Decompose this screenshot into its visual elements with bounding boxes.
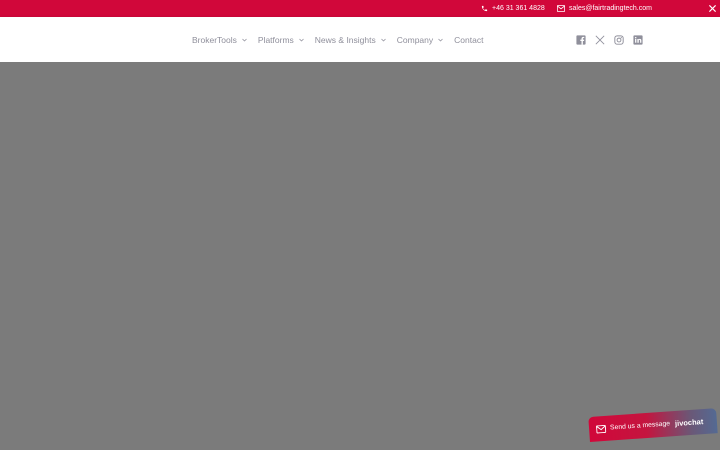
chevron-down-icon xyxy=(438,38,443,42)
chevron-down-icon xyxy=(380,38,386,42)
nav-item-news-insights[interactable]: News & Insights xyxy=(315,35,386,45)
chevron-down-icon xyxy=(299,38,304,42)
nav-item-label: Contact xyxy=(454,34,484,45)
phone-link[interactable]: +46 31 361 4828 xyxy=(481,0,545,17)
chat-brand: jivochat xyxy=(674,417,704,429)
facebook-icon xyxy=(576,34,586,45)
close-icon xyxy=(709,5,716,12)
top-contact-bar: +46 31 361 4828 sales@fairtradingtech.co… xyxy=(0,0,720,17)
nav-item-label: News & Insights xyxy=(314,34,376,45)
x-link[interactable] xyxy=(594,17,606,62)
nav-item-label: BrokerTools xyxy=(192,34,237,45)
nav-item-contact[interactable]: Contact xyxy=(454,35,483,45)
chevron-down-icon xyxy=(242,38,247,42)
nav-item-label: Platforms xyxy=(257,34,294,45)
instagram-icon xyxy=(614,34,624,45)
email-link[interactable]: sales@fairtradingtech.com xyxy=(557,0,652,17)
mail-icon xyxy=(557,5,565,12)
mail-icon xyxy=(596,424,607,434)
nav-item-platforms[interactable]: Platforms xyxy=(258,35,304,45)
site-header: BrokerTools Platforms News & Insights Co… xyxy=(0,17,720,62)
close-topbar-button[interactable] xyxy=(706,2,719,15)
email-address: sales@fairtradingtech.com xyxy=(569,5,652,12)
chat-label: Send us a message xyxy=(609,420,671,432)
main-navigation: BrokerTools Platforms News & Insights Co… xyxy=(192,17,494,62)
instagram-link[interactable] xyxy=(613,17,625,62)
facebook-link[interactable] xyxy=(575,17,587,62)
phone-number: +46 31 361 4828 xyxy=(492,5,545,12)
nav-item-brokertools[interactable]: BrokerTools xyxy=(192,35,247,45)
x-icon xyxy=(595,35,605,44)
nav-item-label: Company xyxy=(396,34,434,45)
linkedin-icon xyxy=(633,34,643,45)
nav-item-company[interactable]: Company xyxy=(397,35,443,45)
phone-icon xyxy=(481,5,488,12)
page-overlay xyxy=(0,62,720,450)
linkedin-link[interactable] xyxy=(632,17,644,62)
